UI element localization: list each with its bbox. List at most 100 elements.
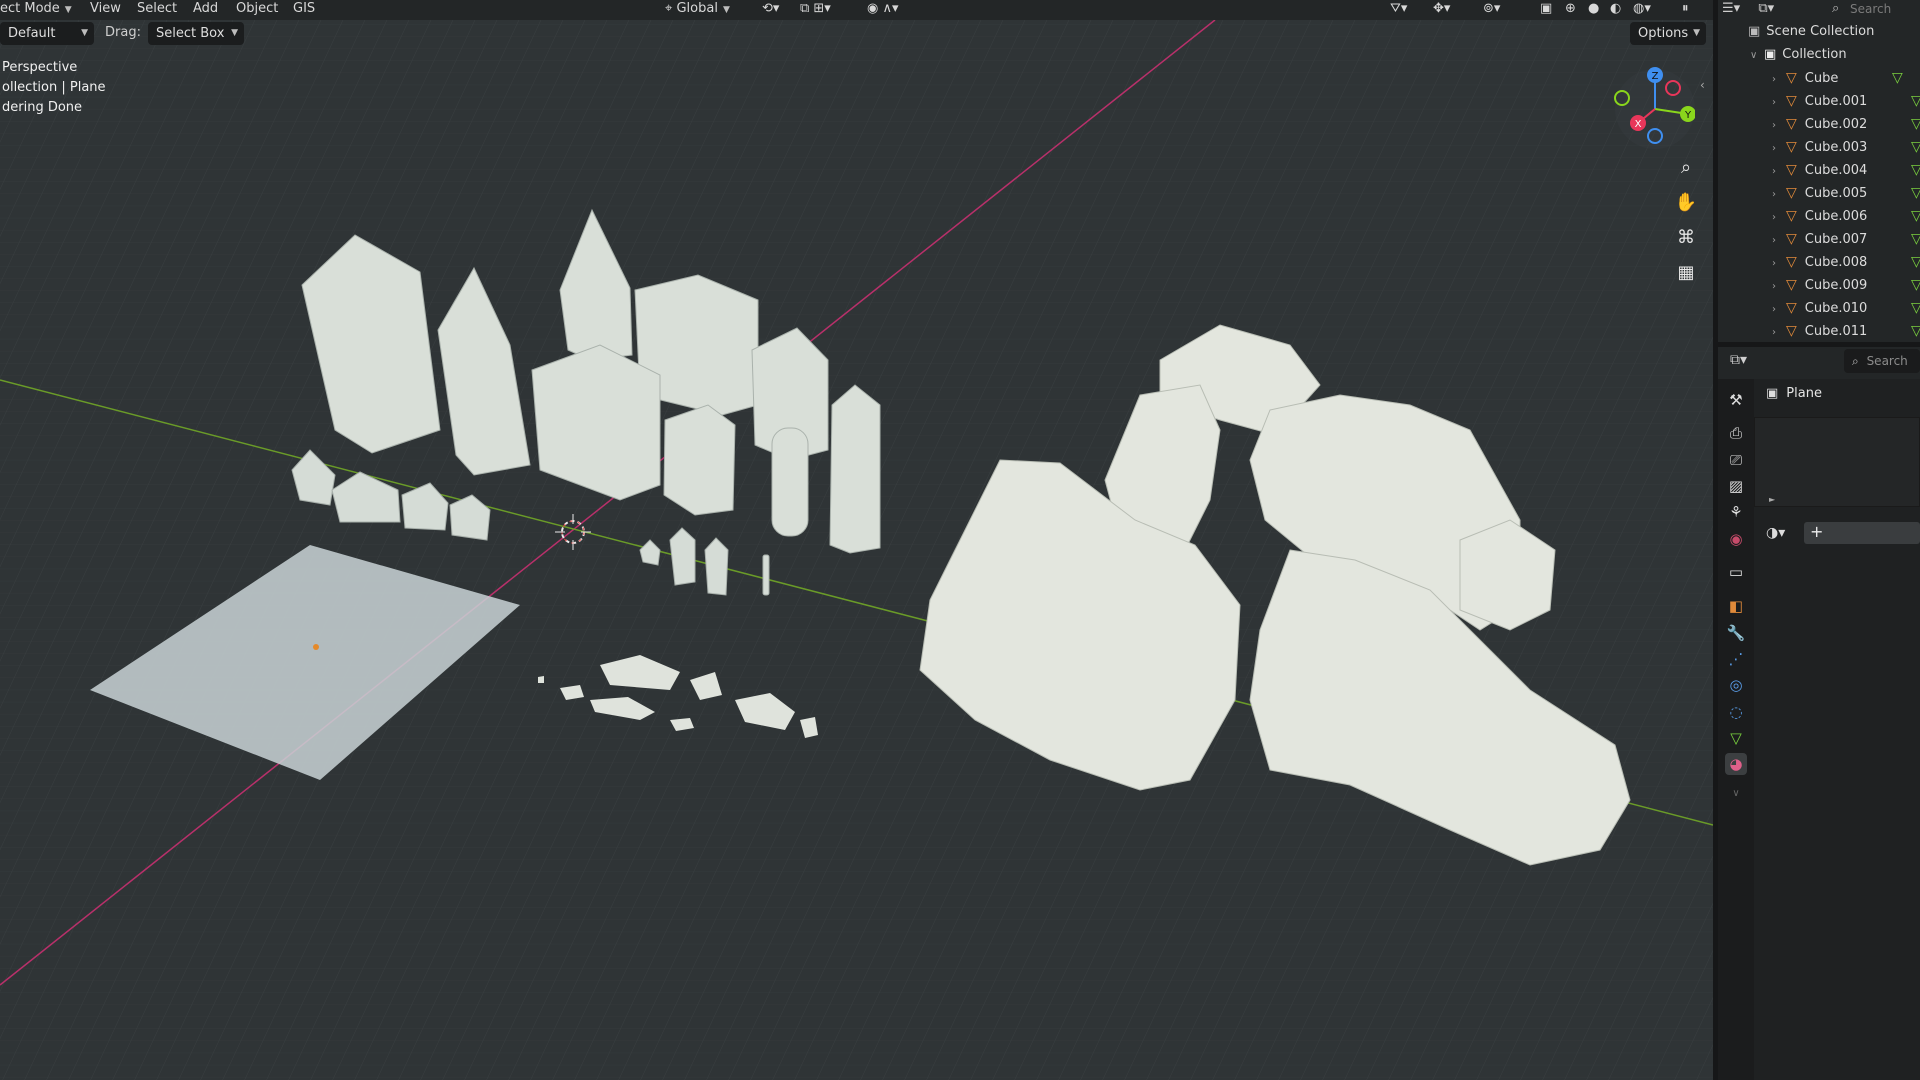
mesh-data-icon[interactable]: ▽ — [1911, 90, 1920, 112]
mesh-data-icon[interactable]: ▽ — [1911, 297, 1920, 319]
view-layer-tab-icon[interactable]: ▨ — [1725, 475, 1747, 497]
expanded-chevron-icon[interactable]: ∨ — [1750, 45, 1764, 67]
outliner-item-label: Cube.002 — [1804, 117, 1868, 132]
outliner-item[interactable]: › ▽ Cube.007 ▽ — [1772, 228, 1920, 250]
constraints-tab-icon[interactable]: ◌ — [1725, 701, 1747, 723]
shading-solid-icon[interactable]: ● — [1588, 1, 1599, 16]
material-slot-list[interactable]: ► — [1754, 417, 1920, 507]
menu-select[interactable]: Select — [137, 1, 177, 16]
camera-view-icon[interactable]: ⌘ — [1670, 222, 1702, 254]
mesh-data-icon[interactable]: ▽ — [1911, 320, 1920, 342]
pivot-icon[interactable]: ⟲▾ — [762, 1, 779, 16]
collapsed-chevron-icon[interactable]: › — [1772, 161, 1786, 183]
display-mode-icon[interactable]: ⧉▾ — [1758, 1, 1774, 16]
mesh-data-icon[interactable]: ▽ — [1911, 274, 1920, 296]
mesh-data-icon[interactable]: ▽ — [1911, 136, 1920, 158]
collapsed-chevron-icon[interactable]: › — [1772, 69, 1786, 91]
navigation-gizmo[interactable]: Z Y X — [1605, 62, 1695, 152]
viewport-text-info: Perspective ollection | Plane dering Don… — [2, 58, 106, 118]
tabs-scroll-icon[interactable]: ∨ — [1725, 783, 1747, 805]
scene-canvas[interactable] — [0, 0, 1713, 1080]
outliner-item[interactable]: › ▽ Cube.011 ▽ — [1772, 320, 1920, 342]
zoom-icon[interactable]: ⌕ — [1670, 152, 1702, 184]
collapsed-chevron-icon[interactable]: › — [1772, 299, 1786, 321]
properties-tabs: ⚒ ⎙ ⎚ ▨ ⚘ ◉ ▭ ◧ 🔧 ⋰ ◎ ◌ ▽ ◕ ∨ — [1718, 379, 1754, 1080]
scene-collection-icon: ▣ — [1748, 24, 1761, 39]
menu-add[interactable]: Add — [193, 1, 218, 16]
material-tab-icon[interactable]: ◕ — [1725, 753, 1747, 775]
modifier-tab-icon[interactable]: 🔧 — [1725, 622, 1747, 644]
3d-viewport[interactable]: ect Mode ▼ View Select Add Object GIS ⌖ G… — [0, 0, 1713, 1080]
new-material-button[interactable]: + — [1804, 522, 1920, 544]
world-tab-icon[interactable]: ◉ — [1725, 528, 1747, 550]
collapsed-chevron-icon[interactable]: › — [1772, 230, 1786, 252]
mesh-data-icon[interactable]: ▽ — [1911, 182, 1920, 204]
mode-selector[interactable]: ect Mode ▼ — [0, 1, 72, 16]
outliner-item[interactable]: › ▽ Cube.001 ▽ — [1772, 90, 1920, 112]
collapsed-chevron-icon[interactable]: › — [1772, 276, 1786, 298]
mesh-data-icon[interactable]: ▽ — [1911, 159, 1920, 181]
physics-tab-icon[interactable]: ◎ — [1725, 674, 1747, 696]
scene-tab-icon[interactable]: ⚘ — [1725, 501, 1747, 523]
properties-search-input[interactable]: ⌕ Search — [1844, 349, 1920, 373]
particles-tab-icon[interactable]: ⋰ — [1725, 648, 1747, 670]
render-tab-icon[interactable]: ⎙ — [1725, 422, 1747, 444]
outliner-item[interactable]: › ▽ Cube ▽ — [1772, 67, 1920, 89]
menu-object[interactable]: Object — [236, 1, 278, 16]
outliner-item[interactable]: › ▽ Cube.009 ▽ — [1772, 274, 1920, 296]
shading-wireframe-icon[interactable]: ⊕ — [1565, 1, 1576, 16]
tool-tab-icon[interactable]: ⚒ — [1725, 389, 1747, 411]
object-name-row: ▣ Plane — [1766, 386, 1822, 401]
menu-view[interactable]: View — [90, 1, 121, 16]
xray-icon[interactable]: ▣ — [1540, 1, 1552, 16]
outliner-item[interactable]: › ▽ Cube.008 ▽ — [1772, 251, 1920, 273]
mesh-data-icon[interactable]: ▽ — [1911, 113, 1920, 135]
ortho-grid-icon[interactable]: ▦ — [1670, 257, 1702, 289]
collapsed-chevron-icon[interactable]: › — [1772, 184, 1786, 206]
pan-hand-icon[interactable]: ✋ — [1670, 187, 1702, 219]
output-tab-icon[interactable]: ⎚ — [1725, 449, 1747, 471]
mesh-data-tab-icon[interactable]: ▽ — [1725, 727, 1747, 749]
properties-editor-type-icon[interactable]: ⧉▾ — [1730, 352, 1747, 368]
collapsed-chevron-icon[interactable]: › — [1772, 253, 1786, 275]
collection-row[interactable]: ∨ ▣ Collection — [1750, 44, 1847, 66]
proportional-edit-icon[interactable]: ◉ ∧▾ — [867, 1, 899, 16]
overlay-toggle-icon[interactable]: ⊚▾ — [1483, 1, 1500, 16]
snap-icon[interactable]: ⧉ ⊞▾ — [800, 1, 831, 16]
sidebar-collapse-icon[interactable]: ‹ — [1700, 78, 1705, 92]
scene-collection-row[interactable]: ▣ Scene Collection — [1748, 21, 1874, 43]
object-tab-icon[interactable]: ◧ — [1725, 595, 1747, 617]
collapsed-chevron-icon[interactable]: › — [1772, 92, 1786, 114]
transform-orientation[interactable]: ⌖ Global ▼ — [665, 1, 730, 16]
expand-triangle-icon[interactable]: ► — [1769, 495, 1775, 504]
material-browse-icon[interactable]: ◑▾ — [1766, 525, 1785, 541]
outliner-item[interactable]: › ▽ Cube.005 ▽ — [1772, 182, 1920, 204]
collapsed-chevron-icon[interactable]: › — [1772, 207, 1786, 229]
pause-icon[interactable]: ⏸ — [1682, 1, 1689, 16]
options-dropdown[interactable]: Options ▼ — [1630, 22, 1706, 45]
menu-gis[interactable]: GIS — [293, 1, 315, 16]
outliner-item[interactable]: › ▽ Cube.002 ▽ — [1772, 113, 1920, 135]
outliner-item[interactable]: › ▽ Cube.010 ▽ — [1772, 297, 1920, 319]
outliner-item[interactable]: › ▽ Cube.006 ▽ — [1772, 205, 1920, 227]
collapsed-chevron-icon[interactable]: › — [1772, 115, 1786, 137]
drag-dropdown[interactable]: Select Box ▼ — [148, 22, 244, 45]
collapsed-chevron-icon[interactable]: › — [1772, 322, 1786, 344]
gizmo-y-label: Y — [1684, 110, 1692, 121]
outliner-item[interactable]: › ▽ Cube.004 ▽ — [1772, 159, 1920, 181]
mesh-data-icon[interactable]: ▽ — [1911, 251, 1920, 273]
mesh-object-icon: ▽ — [1786, 300, 1797, 316]
mesh-data-icon[interactable]: ▽ — [1892, 67, 1903, 89]
mesh-data-icon[interactable]: ▽ — [1911, 228, 1920, 250]
shading-rendered-icon[interactable]: ◍▾ — [1633, 1, 1651, 16]
outliner-item[interactable]: › ▽ Cube.003 ▽ — [1772, 136, 1920, 158]
outliner-search-input[interactable]: Search — [1850, 0, 1891, 20]
gizmo-toggle-icon[interactable]: ✥▾ — [1433, 1, 1450, 16]
collection-tab-icon[interactable]: ▭ — [1725, 561, 1747, 583]
collapsed-chevron-icon[interactable]: › — [1772, 138, 1786, 160]
mesh-data-icon[interactable]: ▽ — [1911, 205, 1920, 227]
outliner-editor-type-icon[interactable]: ☰▾ — [1722, 1, 1740, 16]
shading-material-icon[interactable]: ◐ — [1610, 1, 1621, 16]
orientation-dropdown[interactable]: Default ▼ — [0, 22, 94, 45]
visibility-icon[interactable]: ⛛▾ — [1390, 1, 1407, 16]
